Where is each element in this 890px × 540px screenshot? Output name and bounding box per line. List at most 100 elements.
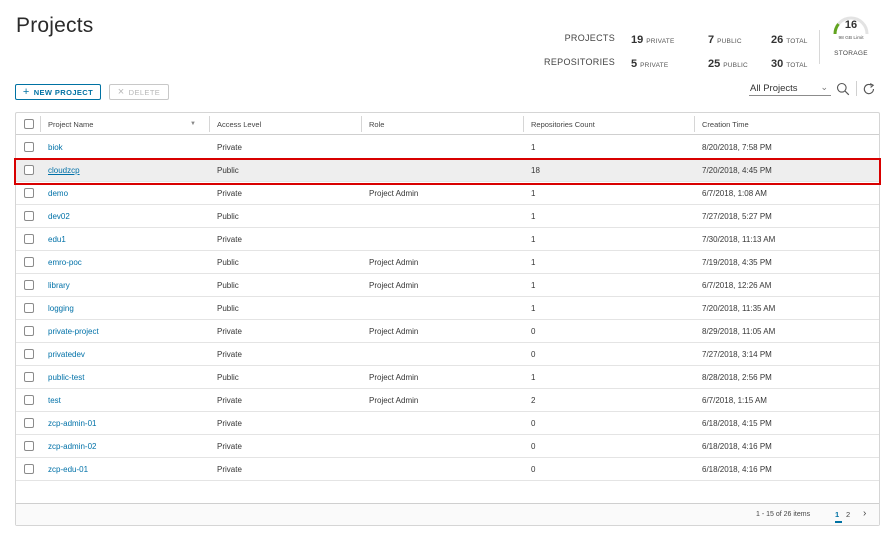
page-1-button[interactable]: 1 (835, 510, 839, 519)
project-name-link[interactable]: library (48, 281, 70, 290)
row-checkbox[interactable] (24, 211, 34, 221)
filter-icon[interactable]: ▼ (190, 121, 196, 127)
repositories-stats-row: REPOSITORIES 5 PRIVATE 25 PUBLIC 30 TOTAL (540, 54, 820, 70)
page-2-button[interactable]: 2 (846, 510, 850, 519)
grid-footer: 1 - 15 of 26 items 1 2 › (16, 503, 879, 525)
refresh-icon[interactable] (862, 82, 876, 96)
role-cell: Project Admin (369, 396, 419, 405)
project-name-link[interactable]: private-project (48, 327, 99, 336)
creation-time-cell: 6/18/2018, 4:15 PM (702, 419, 772, 428)
column-header-access-level[interactable]: Access Level (217, 113, 261, 135)
column-separator[interactable] (209, 116, 210, 132)
access-level-cell: Private (217, 143, 242, 152)
toolbar-divider (856, 81, 857, 96)
table-row[interactable]: biok Private 1 8/20/2018, 7:58 PM (16, 136, 879, 159)
table-row[interactable]: private-project Private Project Admin 0 8/29… (16, 320, 879, 343)
creation-time-cell: 8/29/2018, 11:05 AM (702, 327, 776, 336)
repositories-count-cell: 18 (531, 166, 540, 175)
new-project-button[interactable]: + NEW PROJECT (15, 84, 101, 100)
project-name-link[interactable]: edu1 (48, 235, 66, 244)
repositories-count-cell: 1 (531, 281, 536, 290)
repositories-total-count: 30 (771, 58, 784, 70)
access-level-cell: Public (217, 304, 239, 313)
new-project-label: NEW PROJECT (33, 87, 94, 97)
projects-label: PROJECTS (564, 33, 615, 43)
select-all-checkbox[interactable] (24, 119, 34, 129)
table-row[interactable]: edu1 Private 1 7/30/2018, 11:13 AM (16, 228, 879, 251)
table-row[interactable]: emro-poc Public Project Admin 1 7/19/2018, 4… (16, 251, 879, 274)
column-separator[interactable] (523, 116, 524, 132)
project-name-link[interactable]: zcp-admin-02 (48, 442, 96, 451)
table-row[interactable]: zcp-admin-02 Private 0 6/18/2018, 4:16 PM (16, 435, 879, 458)
project-name-link[interactable]: logging (48, 304, 74, 313)
creation-time-cell: 8/20/2018, 7:58 PM (702, 143, 772, 152)
creation-time-cell: 7/27/2018, 5:27 PM (702, 212, 772, 221)
column-separator[interactable] (361, 116, 362, 132)
row-checkbox[interactable] (24, 234, 34, 244)
project-name-link[interactable]: demo (48, 189, 68, 198)
table-row[interactable]: library Public Project Admin 1 6/7/2018, 12:… (16, 274, 879, 297)
total-caption: TOTAL (786, 62, 808, 69)
project-name-link[interactable]: zcp-admin-01 (48, 419, 96, 428)
role-cell: Project Admin (369, 189, 419, 198)
table-row[interactable]: privatedev Private 0 7/27/2018, 3:14 PM (16, 343, 879, 366)
project-name-link[interactable]: public-test (48, 373, 84, 382)
creation-time-cell: 7/20/2018, 11:35 AM (702, 304, 776, 313)
repositories-count-cell: 0 (531, 442, 536, 451)
storage-value: 16 (844, 19, 858, 31)
summary-stats: PROJECTS 19 PRIVATE 7 PUBLIC 26 TOTAL REPOS… (540, 26, 820, 78)
project-name-link[interactable]: test (48, 396, 61, 405)
repositories-count-cell: 1 (531, 143, 536, 152)
table-row[interactable]: demo Private Project Admin 1 6/7/2018, 1:08 … (16, 182, 879, 205)
project-filter-select[interactable]: All Projects ⌄ (749, 82, 831, 96)
repositories-count-cell: 2 (531, 396, 536, 405)
row-checkbox[interactable] (24, 464, 34, 474)
current-page-indicator (835, 521, 842, 523)
row-checkbox[interactable] (24, 349, 34, 359)
project-name-link[interactable]: biok (48, 143, 63, 152)
row-checkbox[interactable] (24, 142, 34, 152)
project-name-link[interactable]: zcp-edu-01 (48, 465, 88, 474)
table-row[interactable]: zcp-edu-01 Private 0 6/18/2018, 4:16 PM (16, 458, 879, 481)
column-header-creation-time[interactable]: Creation Time (702, 113, 749, 135)
row-checkbox[interactable] (24, 303, 34, 313)
table-row[interactable]: zcp-admin-01 Private 0 6/18/2018, 4:15 PM (16, 412, 879, 435)
column-separator (40, 116, 41, 132)
search-icon[interactable] (836, 82, 850, 96)
column-header-repositories-count[interactable]: Repositories Count (531, 113, 595, 135)
delete-button[interactable]: × DELETE (109, 84, 169, 100)
row-checkbox[interactable] (24, 395, 34, 405)
column-header-project-name[interactable]: Project Name (48, 113, 93, 135)
pagination-range: 1 - 15 of 26 items (756, 511, 811, 518)
project-name-link[interactable]: dev02 (48, 212, 70, 221)
row-checkbox[interactable] (24, 372, 34, 382)
project-name-link[interactable]: cloudzcp (48, 166, 80, 175)
row-checkbox[interactable] (24, 188, 34, 198)
projects-private-count: 19 (631, 34, 644, 46)
repositories-public-count: 25 (708, 58, 721, 70)
row-checkbox[interactable] (24, 280, 34, 290)
access-level-cell: Public (217, 166, 239, 175)
table-row[interactable]: public-test Public Project Admin 1 8/28/2018… (16, 366, 879, 389)
project-name-link[interactable]: privatedev (48, 350, 85, 359)
access-level-cell: Public (217, 373, 239, 382)
row-checkbox[interactable] (24, 165, 34, 175)
row-checkbox[interactable] (24, 418, 34, 428)
chevron-right-icon[interactable]: › (863, 508, 866, 519)
row-checkbox[interactable] (24, 326, 34, 336)
table-row[interactable]: dev02 Public 1 7/27/2018, 5:27 PM (16, 205, 879, 228)
table-row[interactable]: test Private Project Admin 2 6/7/2018, 1:15 … (16, 389, 879, 412)
grid-rows: biok Private 1 8/20/2018, 7:58 PM cloudzcp Pu… (16, 136, 879, 481)
column-header-role[interactable]: Role (369, 113, 384, 135)
column-separator[interactable] (694, 116, 695, 132)
access-level-cell: Private (217, 189, 242, 198)
table-row[interactable]: cloudzcp Public 18 7/20/2018, 4:45 PM (16, 159, 879, 182)
access-level-cell: Private (217, 327, 242, 336)
project-name-link[interactable]: emro-poc (48, 258, 82, 267)
row-checkbox[interactable] (24, 257, 34, 267)
projects-total-count: 26 (771, 34, 784, 46)
row-checkbox[interactable] (24, 441, 34, 451)
table-row[interactable]: logging Public 1 7/20/2018, 11:35 AM (16, 297, 879, 320)
close-icon: × (117, 85, 125, 98)
storage-divider (819, 30, 820, 64)
